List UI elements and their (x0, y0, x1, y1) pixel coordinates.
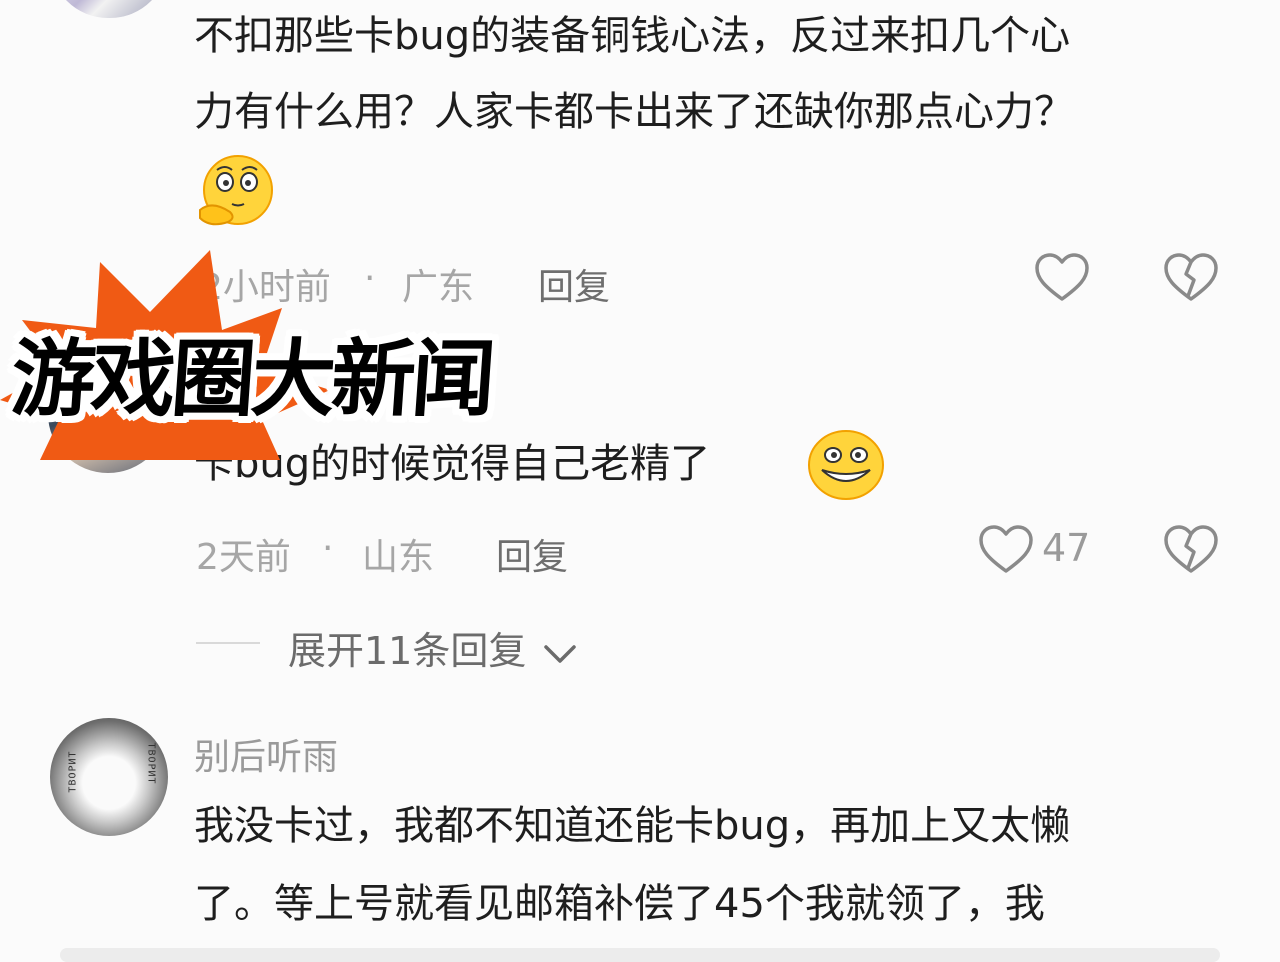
broken-heart-icon[interactable] (1163, 252, 1219, 304)
comment-text-line: 了。等上号就看见邮箱补偿了45个我就领了，我 (194, 881, 1045, 927)
like-count: 47 (1042, 526, 1091, 570)
comment-text-line: 我没卡过，我都不知道还能卡bug，再加上又太懒 (194, 803, 1071, 849)
avatar-tag: ТВОРИТ (145, 742, 157, 785)
broken-heart-icon[interactable] (1163, 524, 1219, 576)
comment-time: 2天前 (196, 537, 291, 578)
heart-outline-icon[interactable] (978, 524, 1034, 576)
overlay-headline: 游戏圈大新闻 (8, 330, 495, 428)
expand-replies-button[interactable]: 展开11条回复 (288, 620, 578, 675)
heart-outline-icon[interactable] (1034, 252, 1090, 304)
reply-button[interactable]: 回复 (496, 528, 568, 580)
comment-location: 山东 (362, 537, 435, 578)
comment-text-line: 力有什么用？人家卡都卡出来了还缺你那点心力？ (194, 89, 1074, 135)
avatar[interactable] (50, 0, 168, 18)
separator: · (322, 528, 334, 569)
thinking-face-emoji (199, 155, 273, 226)
grinning-face-emoji (808, 430, 884, 500)
divider (196, 642, 260, 644)
comment-text-line: 不扣那些卡bug的装备铜钱心法，反过来扣几个心 (194, 13, 1071, 59)
avatar-tag: ТВОРИТ (67, 750, 79, 793)
chevron-down-icon (544, 644, 577, 663)
avatar[interactable]: ТВОРИТ ТВОРИТ (50, 718, 168, 836)
input-bar[interactable] (60, 948, 1220, 962)
expand-replies-label: 展开11条回复 (288, 629, 527, 673)
username[interactable]: 别后听雨 (194, 728, 338, 780)
